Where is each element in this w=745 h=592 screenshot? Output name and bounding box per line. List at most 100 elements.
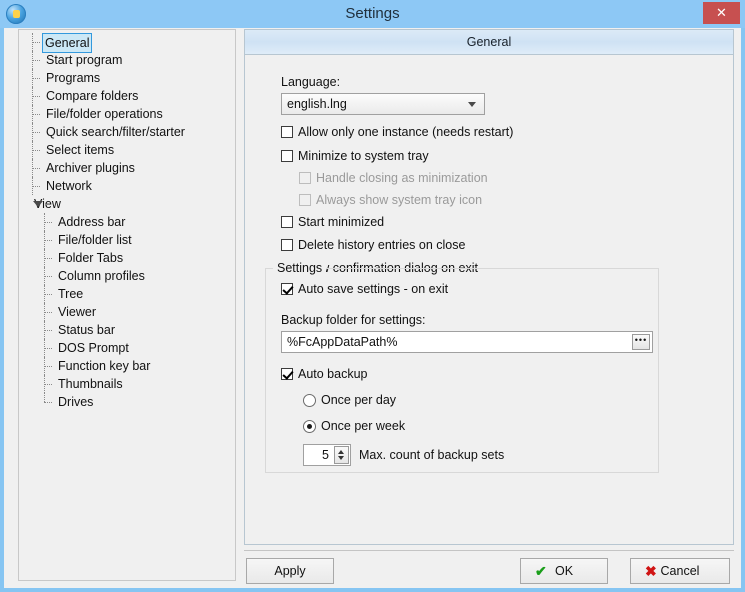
sidebar-item-label: Viewer <box>58 305 96 319</box>
sidebar-item-label: Network <box>46 179 92 193</box>
apply-button[interactable]: Apply <box>246 558 334 584</box>
radio-once-per-day[interactable]: Once per day <box>303 393 396 407</box>
auto-save-settings-label: Auto save settings - on exit <box>298 282 449 296</box>
check-icon: ✔ <box>535 563 547 579</box>
expander-icon[interactable] <box>33 201 43 207</box>
sidebar-item-general[interactable]: General <box>19 33 235 53</box>
cancel-button-label: Cancel <box>660 564 700 578</box>
sidebar-item-viewer[interactable]: Viewer <box>19 303 235 321</box>
checkbox-box <box>281 216 293 228</box>
sidebar-item-address-bar[interactable]: Address bar <box>19 213 235 231</box>
sidebar-item-file-folder-operations[interactable]: File/folder operations <box>19 105 235 123</box>
language-select-value: english.lng <box>287 97 347 111</box>
backup-folder-input[interactable]: %FcAppDataPath% ••• <box>281 331 653 353</box>
checkbox-label: Allow only one instance (needs restart) <box>298 125 514 139</box>
sidebar-item-compare-folders[interactable]: Compare folders <box>19 87 235 105</box>
radio-once-per-week[interactable]: Once per week <box>303 419 405 433</box>
sidebar-item-label: Thumbnails <box>58 377 123 391</box>
sidebar-item-quick-search-filter-starter[interactable]: Quick search/filter/starter <box>19 123 235 141</box>
x-icon: ✖ <box>645 563 657 579</box>
chevron-down-icon <box>468 102 476 107</box>
checkbox-box <box>299 194 311 206</box>
ok-button-label: OK <box>554 564 574 578</box>
checkbox-minimize-to-system-tray[interactable]: Minimize to system tray <box>281 149 429 163</box>
window-title: Settings <box>345 5 400 22</box>
max-backup-sets-stepper[interactable]: 5 <box>303 444 351 466</box>
sidebar-item-dos-prompt[interactable]: DOS Prompt <box>19 339 235 357</box>
sidebar-item-select-items[interactable]: Select items <box>19 141 235 159</box>
sidebar-item-label: Drives <box>58 395 94 409</box>
max-backup-sets-label: Max. count of backup sets <box>359 448 505 462</box>
sidebar-item-label: Quick search/filter/starter <box>46 125 185 139</box>
sidebar-item-tree[interactable]: Tree <box>19 285 235 303</box>
checkbox-label: Minimize to system tray <box>298 149 429 163</box>
radio-once-per-week-label: Once per week <box>321 419 406 433</box>
checkbox-box <box>281 239 293 251</box>
auto-backup-checkbox[interactable]: Auto backup <box>281 367 368 381</box>
backup-folder-value: %FcAppDataPath% <box>287 335 398 349</box>
radio-once-per-day-label: Once per day <box>321 393 397 407</box>
cancel-button[interactable]: ✖ Cancel <box>630 558 730 584</box>
sidebar-item-label: Programs <box>46 71 101 85</box>
sidebar-item-label: Folder Tabs <box>58 251 124 265</box>
max-backup-sets-value: 5 <box>322 448 329 462</box>
sidebar-item-label: Address bar <box>58 215 126 229</box>
stepper-down-icon[interactable] <box>338 456 344 460</box>
auto-save-settings-checkbox[interactable]: Auto save settings - on exit <box>281 282 448 296</box>
close-icon[interactable]: ✕ <box>703 2 740 24</box>
stepper-up-icon[interactable] <box>338 450 344 454</box>
checkbox-allow-only-one-instance-needs-restart[interactable]: Allow only one instance (needs restart) <box>281 125 513 139</box>
dialog-button-bar: Apply ✔ OK ✖ Cancel <box>244 558 734 584</box>
language-label: Language: <box>281 75 341 89</box>
sidebar-item-drives[interactable]: Drives <box>19 393 235 411</box>
sidebar-item-thumbnails[interactable]: Thumbnails <box>19 375 235 393</box>
checkbox-label: Delete history entries on close <box>298 238 466 252</box>
checkbox-delete-history-entries-on-close[interactable]: Delete history entries on close <box>281 238 465 252</box>
checkbox-handle-closing-as-minimization: Handle closing as minimization <box>299 171 488 185</box>
stepper-buttons[interactable] <box>334 446 349 464</box>
radio-circle <box>303 420 316 433</box>
checkbox-label: Always show system tray icon <box>316 193 483 207</box>
content-panel: General Language: english.lng Allow only… <box>244 29 734 545</box>
title-bar: Settings ✕ <box>0 0 745 28</box>
sidebar-item-label: File/folder operations <box>46 107 163 121</box>
sidebar-item-folder-tabs[interactable]: Folder Tabs <box>19 249 235 267</box>
checkbox-box <box>281 283 293 295</box>
sidebar-item-column-profiles[interactable]: Column profiles <box>19 267 235 285</box>
auto-backup-label: Auto backup <box>298 367 368 381</box>
checkbox-label: Start minimized <box>298 215 385 229</box>
sidebar-item-network[interactable]: Network <box>19 177 235 195</box>
sidebar-item-label: Start program <box>46 53 123 67</box>
sidebar-item-label: Archiver plugins <box>46 161 135 175</box>
checkbox-box <box>299 172 311 184</box>
ok-button[interactable]: ✔ OK <box>520 558 608 584</box>
browse-button[interactable]: ••• <box>632 334 650 350</box>
client-area: General Start program Programs Compare fold… <box>4 28 741 588</box>
sidebar-item-view[interactable]: View <box>19 195 235 213</box>
sidebar-item-archiver-plugins[interactable]: Archiver plugins <box>19 159 235 177</box>
settings-groupbox-title: Settings <box>273 261 327 275</box>
sidebar-item-label: Status bar <box>58 323 115 337</box>
backup-folder-label: Backup folder for settings: <box>281 313 426 327</box>
sidebar-item-file-folder-list[interactable]: File/folder list <box>19 231 235 249</box>
sidebar-item-start-program[interactable]: Start program <box>19 51 235 69</box>
sidebar-item-label: Tree <box>58 287 84 301</box>
sidebar-item-label: Select items <box>46 143 115 157</box>
radio-circle <box>303 394 316 407</box>
settings-window: Settings ✕ General Start program Programs C… <box>0 0 745 592</box>
checkbox-box <box>281 126 293 138</box>
language-select[interactable]: english.lng <box>281 93 485 115</box>
button-bar-separator <box>244 550 734 551</box>
settings-tree[interactable]: General Start program Programs Compare fold… <box>18 29 236 581</box>
sidebar-item-function-key-bar[interactable]: Function key bar <box>19 357 235 375</box>
sidebar-item-programs[interactable]: Programs <box>19 69 235 87</box>
content-body: Language: english.lng Allow only one ins… <box>245 55 733 545</box>
sidebar-item-label: Column profiles <box>58 269 145 283</box>
sidebar-item-label: Function key bar <box>58 359 151 373</box>
checkbox-always-show-system-tray-icon: Always show system tray icon <box>299 193 482 207</box>
checkbox-box <box>281 150 293 162</box>
sidebar-item-label: DOS Prompt <box>58 341 129 355</box>
sidebar-item-label: File/folder list <box>58 233 132 247</box>
checkbox-start-minimized[interactable]: Start minimized <box>281 215 384 229</box>
sidebar-item-status-bar[interactable]: Status bar <box>19 321 235 339</box>
